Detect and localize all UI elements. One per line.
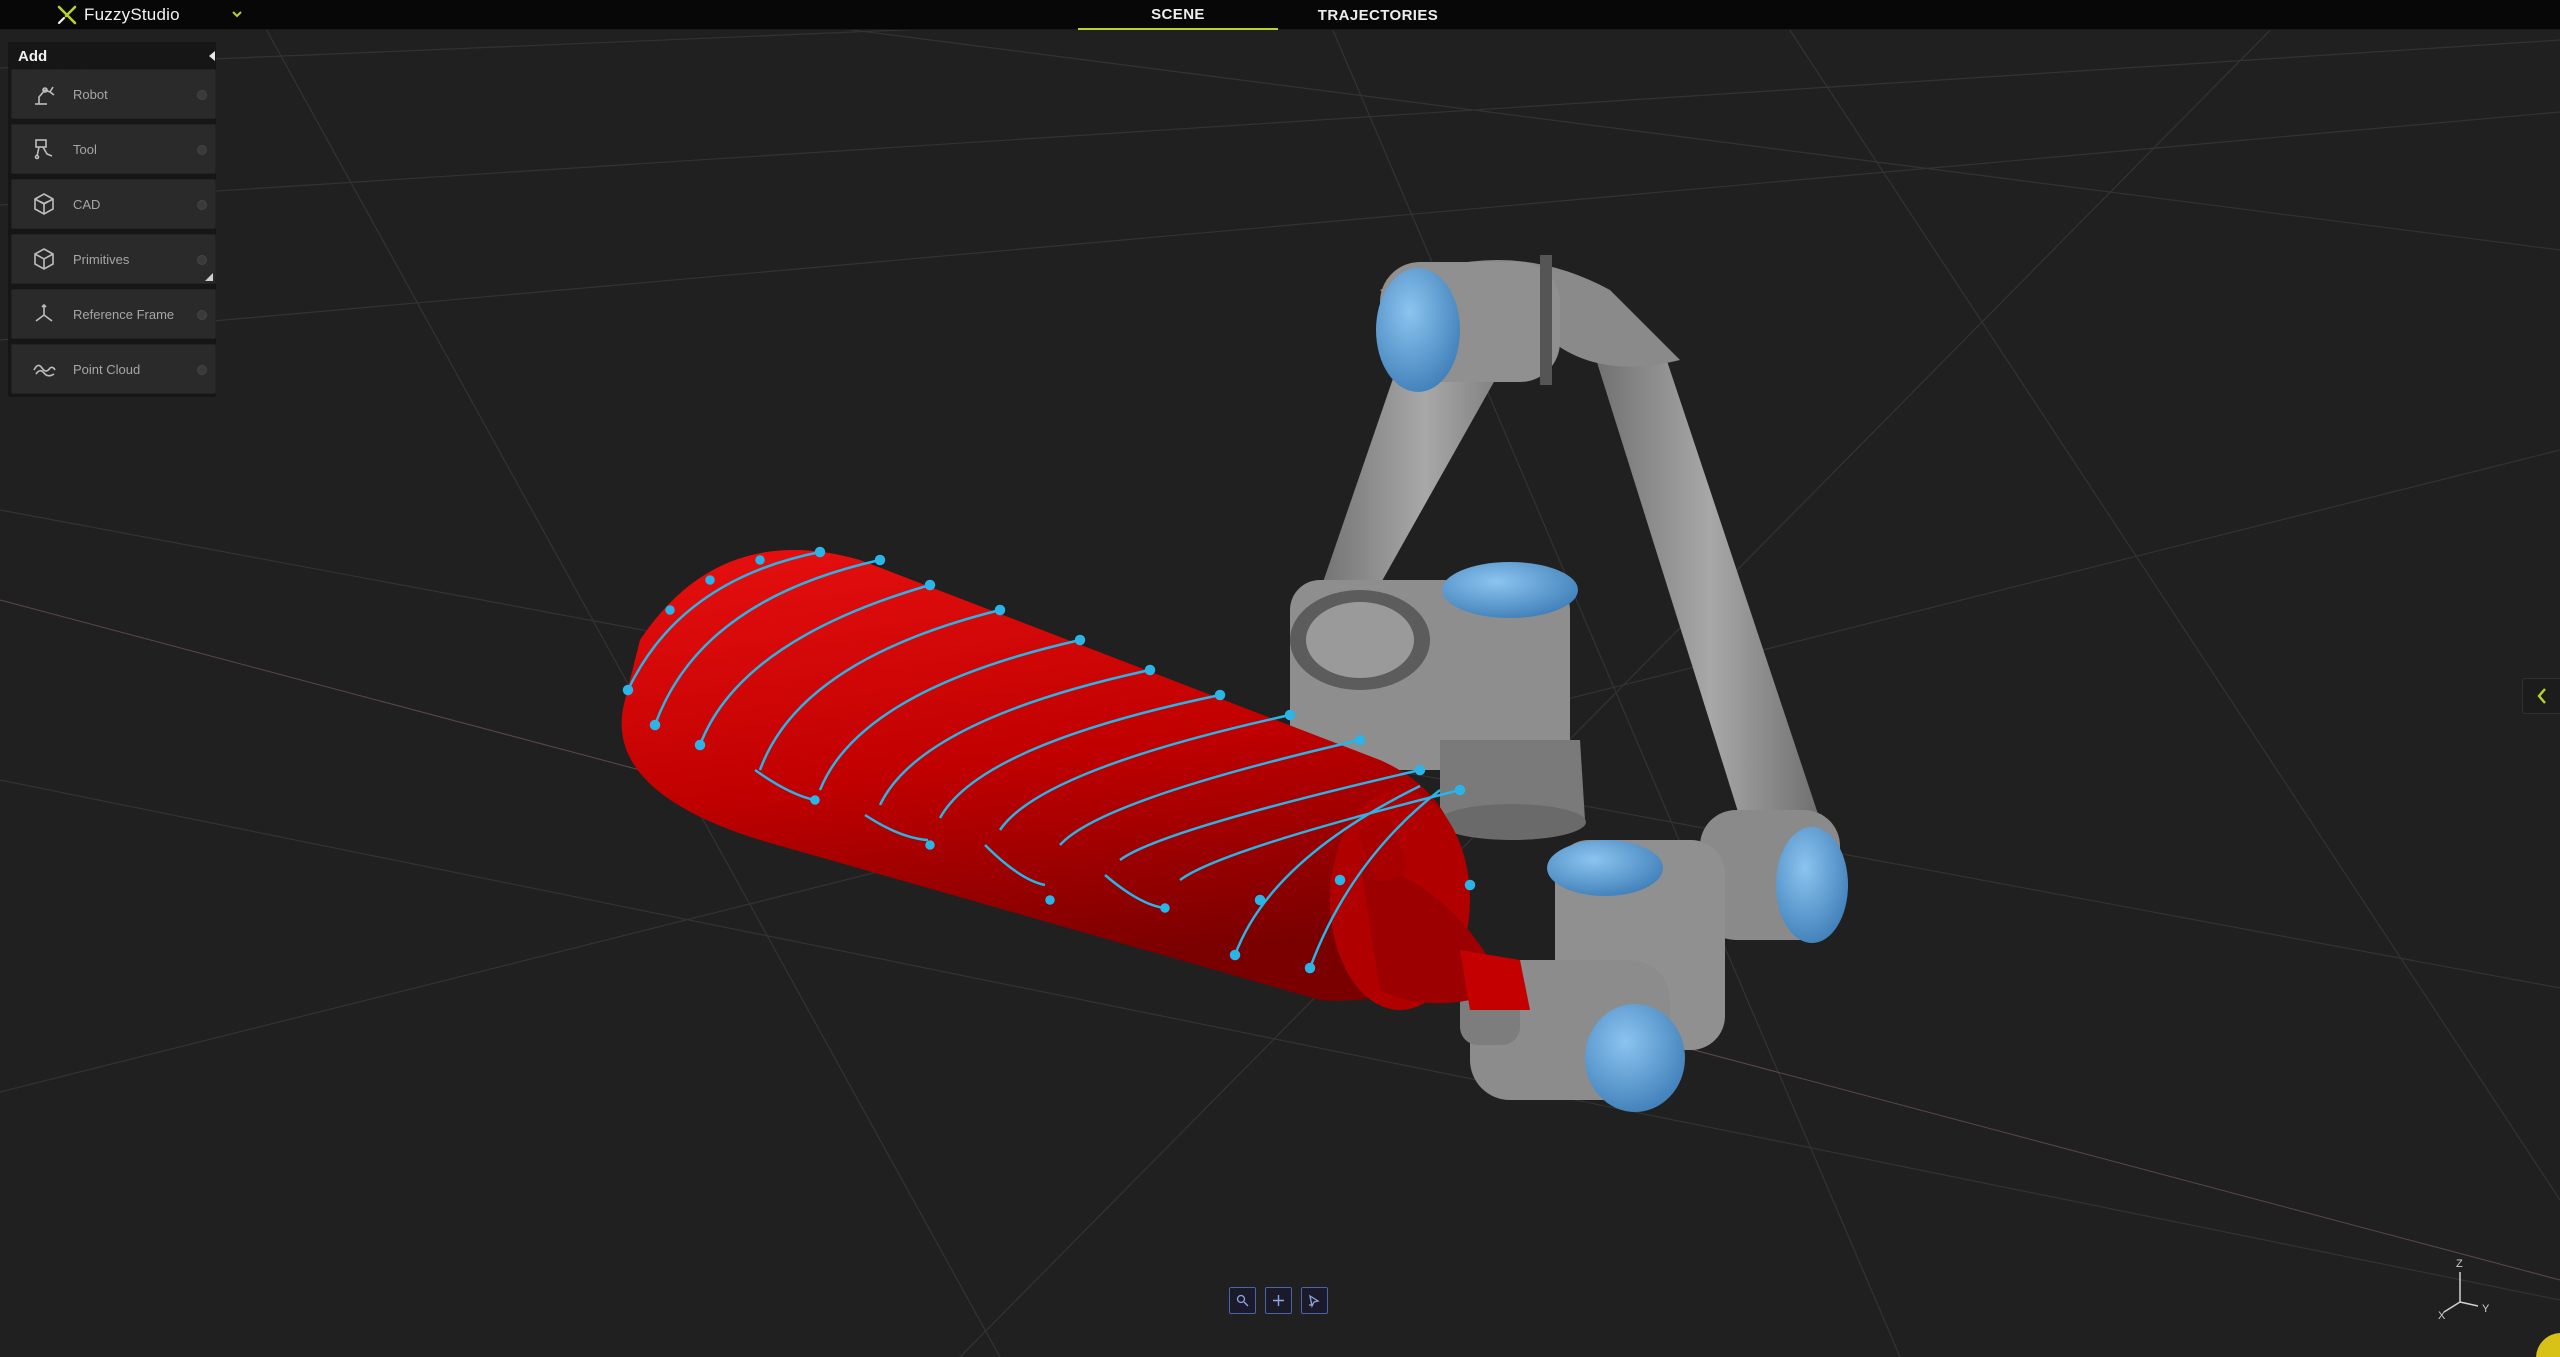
logo-icon (57, 5, 77, 25)
info-dot-icon[interactable] (197, 145, 207, 155)
add-item-label: Point Cloud (73, 361, 141, 377)
collapse-left-icon[interactable] (206, 49, 218, 63)
add-item-label: Tool (73, 141, 97, 157)
add-panel-title: Add (18, 48, 48, 65)
chevron-left-icon (2536, 688, 2546, 704)
cad-cube-icon (24, 184, 64, 224)
zoom-fit-button[interactable] (1229, 1287, 1256, 1314)
3d-viewport[interactable] (0, 0, 2560, 1357)
add-item-cad[interactable]: CAD (11, 179, 216, 229)
reference-frame-icon (24, 294, 64, 334)
info-dot-icon[interactable] (197, 310, 207, 320)
add-item-robot[interactable]: Robot (11, 69, 216, 119)
brand[interactable]: FuzzyStudio (56, 0, 180, 30)
add-point-button[interactable] (1265, 1287, 1292, 1314)
point-cloud-icon (24, 349, 64, 389)
axis-gizmo[interactable]: Z X Y (2430, 1258, 2500, 1328)
add-item-label: Reference Frame (73, 306, 175, 322)
info-dot-icon[interactable] (197, 90, 207, 100)
info-dot-icon[interactable] (197, 365, 207, 375)
add-item-tool[interactable]: Tool (11, 124, 216, 174)
robot-arm-icon (24, 74, 64, 114)
info-dot-icon[interactable] (197, 255, 207, 265)
open-right-panel-button[interactable] (2522, 678, 2560, 714)
add-item-label: CAD (73, 196, 101, 212)
add-point-icon (1273, 1295, 1284, 1306)
app-window: FuzzyStudio SCENE TRAJECTORIES Add Robot (0, 0, 2560, 1357)
viewport-toolbar (1229, 1287, 1328, 1314)
add-item-primitives[interactable]: Primitives (11, 234, 216, 284)
add-item-label: Robot (73, 86, 108, 102)
tab-scene[interactable]: SCENE (1078, 0, 1278, 30)
submenu-corner-icon (205, 273, 213, 281)
add-item-label: Primitives (73, 251, 130, 267)
top-bar: FuzzyStudio SCENE TRAJECTORIES (0, 0, 2560, 30)
select-icon (1309, 1294, 1320, 1308)
zoom-fit-icon (1236, 1294, 1249, 1307)
add-item-reference-frame[interactable]: Reference Frame (11, 289, 216, 339)
axis-label-y: Y (2482, 1303, 2490, 1315)
axis-label-z: Z (2456, 1258, 2463, 1270)
add-item-point-cloud[interactable]: Point Cloud (11, 344, 216, 394)
info-dot-icon[interactable] (197, 200, 207, 210)
tab-trajectories[interactable]: TRAJECTORIES (1278, 0, 1478, 30)
chevron-down-icon[interactable] (228, 5, 246, 23)
brand-name: FuzzyStudio (84, 5, 180, 24)
primitive-cube-icon (24, 239, 64, 279)
add-panel: Add Robot Tool CAD Primitives Reference … (8, 42, 216, 397)
tool-icon (24, 129, 64, 169)
axis-label-x: X (2438, 1310, 2446, 1322)
ground-grid (0, 0, 2560, 1357)
select-button[interactable] (1301, 1287, 1328, 1314)
main-tabs: SCENE TRAJECTORIES (1078, 0, 1478, 30)
